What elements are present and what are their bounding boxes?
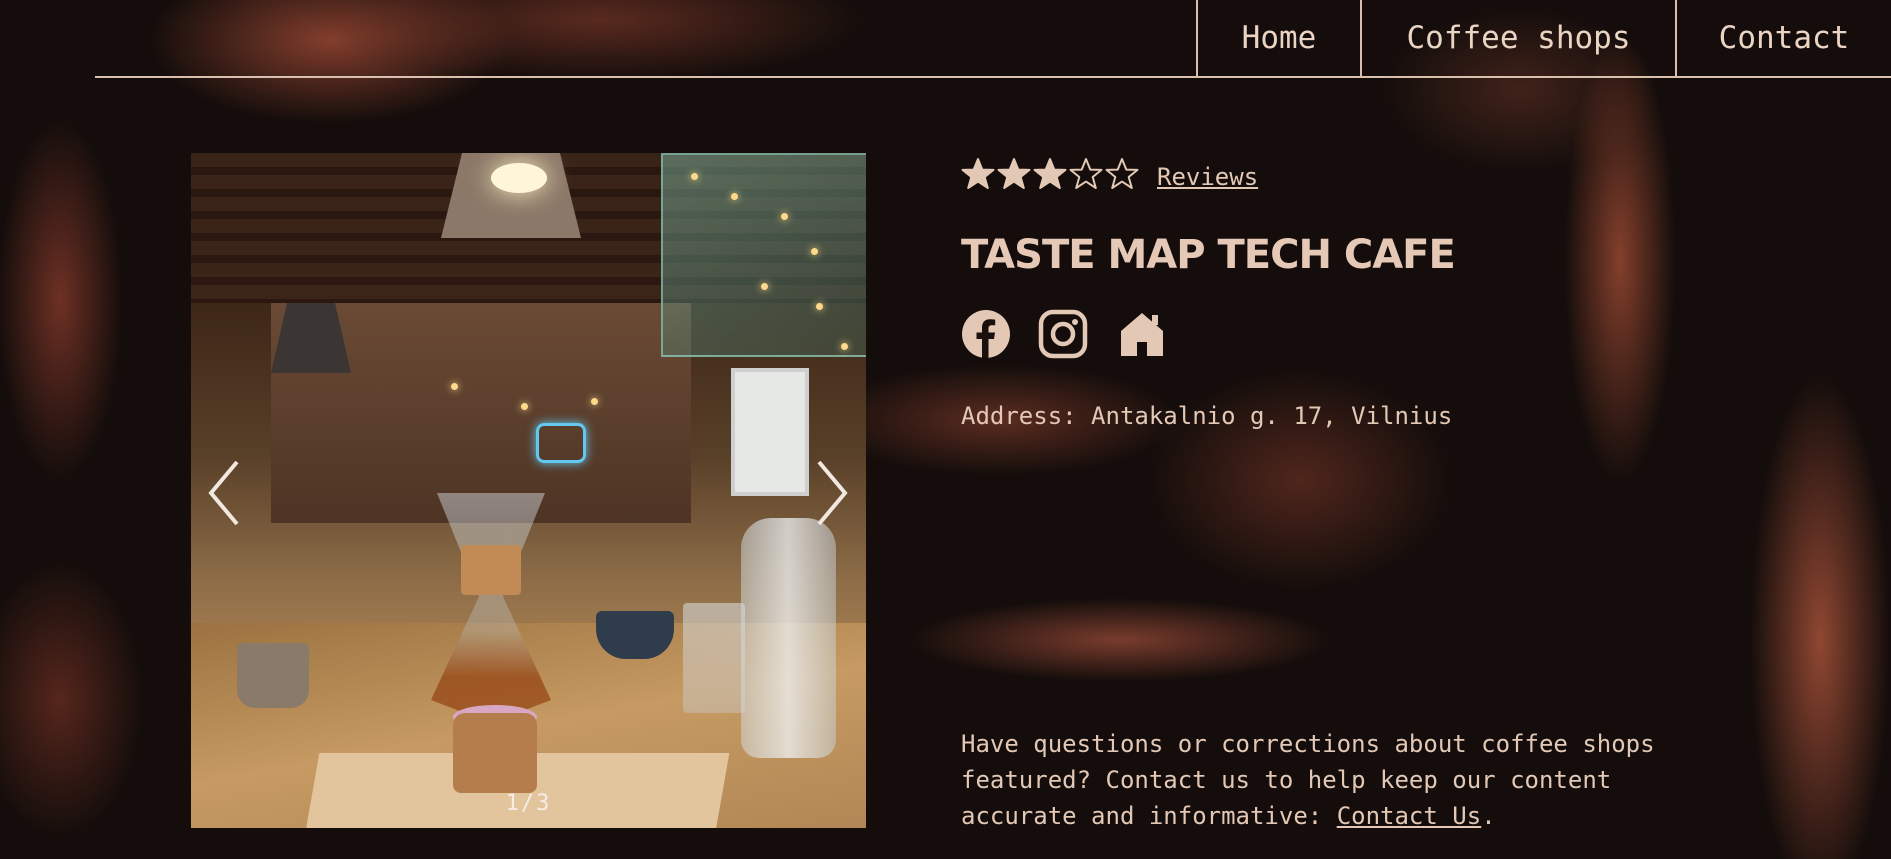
contact-us-link[interactable]: Contact Us — [1337, 802, 1482, 830]
photo-glass-fixture — [661, 153, 866, 357]
nav-contact-link[interactable]: Contact — [1675, 0, 1891, 76]
cafe-photo-gallery: 1/3 — [191, 153, 866, 828]
top-navigation: Home Coffee shops Contact — [95, 0, 1891, 78]
photo-chemex-collar — [461, 545, 521, 595]
photo-bulb — [811, 248, 818, 255]
nav-home-link[interactable]: Home — [1196, 0, 1360, 76]
home-icon[interactable] — [1117, 309, 1167, 359]
facebook-icon[interactable] — [961, 309, 1011, 359]
photo-bulb — [731, 193, 738, 200]
instagram-icon[interactable] — [1038, 309, 1088, 359]
chevron-left-icon[interactable] — [205, 458, 245, 528]
slide-counter: 1/3 — [505, 791, 552, 816]
photo-neon-sign — [536, 423, 586, 463]
star-filled-icon — [997, 158, 1031, 189]
contact-note-text: Have questions or corrections about coff… — [961, 730, 1655, 830]
photo-bulb — [451, 383, 458, 390]
photo-bulb — [691, 173, 698, 180]
photo-cake — [453, 713, 537, 793]
photo-lamp-light — [491, 163, 547, 193]
star-filled-icon — [1033, 158, 1067, 189]
contact-note: Have questions or corrections about coff… — [961, 726, 1721, 834]
photo-bulb — [816, 303, 823, 310]
cafe-address: Address: Antakalnio g. 17, Vilnius — [961, 402, 1453, 430]
chevron-right-icon[interactable] — [811, 458, 851, 528]
photo-bulb — [841, 343, 848, 350]
star-empty-icon — [1105, 158, 1139, 189]
photo-bulb — [591, 398, 598, 405]
photo-bulb — [781, 213, 788, 220]
photo-coffee-cup — [596, 611, 674, 659]
star-empty-icon — [1069, 158, 1103, 189]
photo-water-glass — [683, 603, 745, 713]
nav-coffee-shops-link[interactable]: Coffee shops — [1360, 0, 1675, 76]
reviews-link[interactable]: Reviews — [1157, 163, 1258, 191]
photo-window — [731, 368, 809, 496]
photo-bulb — [521, 403, 528, 410]
star-rating — [961, 157, 1139, 191]
photo-ceramic-cup — [237, 643, 309, 708]
contact-note-suffix: . — [1481, 802, 1496, 830]
photo-chemex-carafe — [431, 493, 551, 723]
star-filled-icon — [961, 158, 995, 189]
photo-bulb — [761, 283, 768, 290]
cafe-name-heading: TASTE MAP TECH CAFE — [961, 232, 1456, 278]
photo-water-bottle — [741, 518, 836, 758]
